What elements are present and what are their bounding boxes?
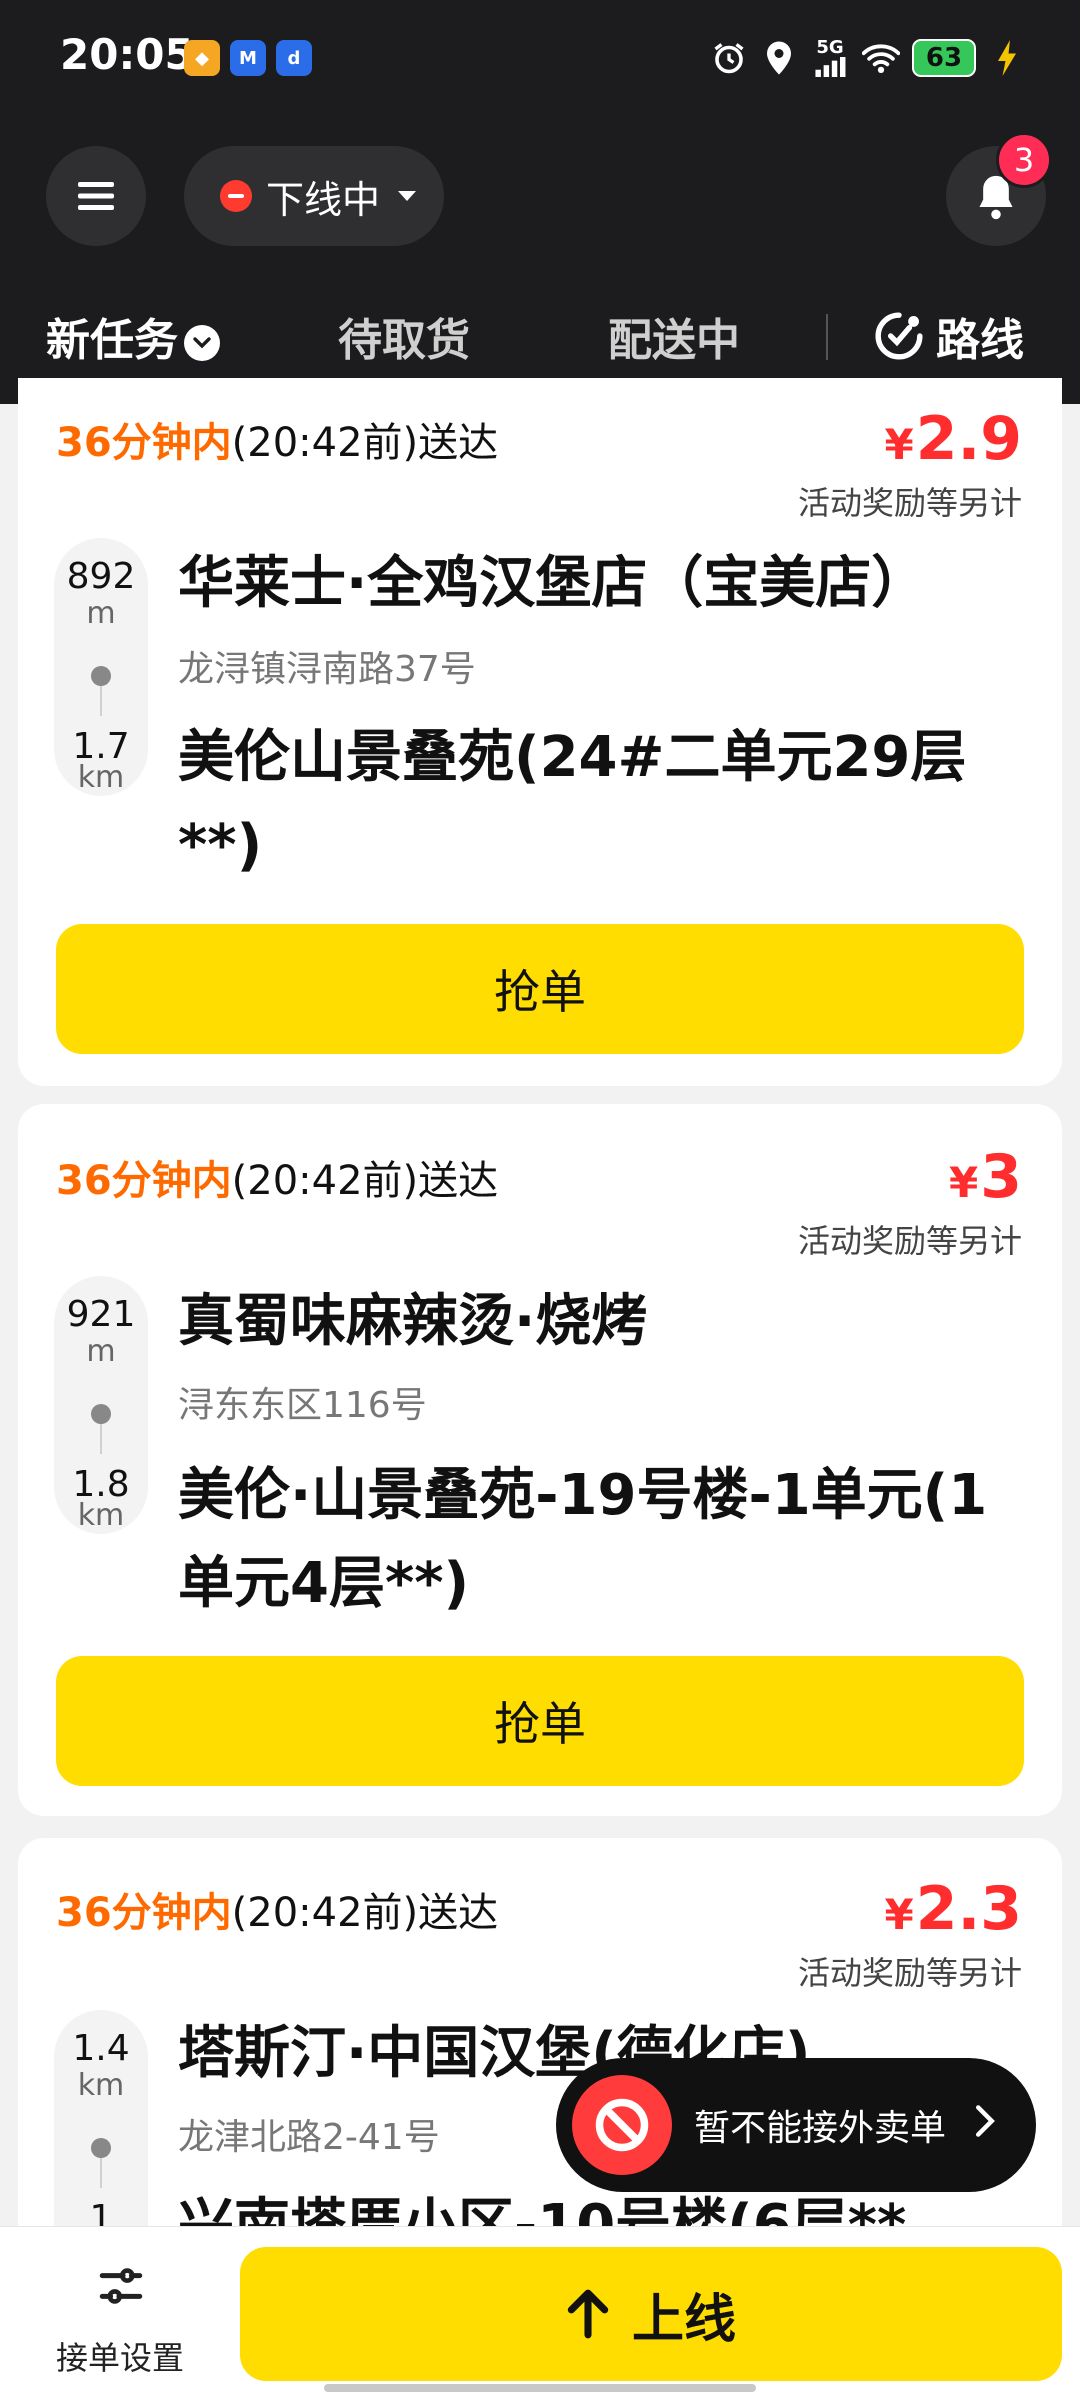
- battery-icon: 63: [912, 39, 976, 77]
- toast-message: 暂不能接外卖单: [694, 2108, 947, 2149]
- signal-icon: 5G: [810, 39, 850, 77]
- currency-symbol: ¥: [949, 1158, 979, 1207]
- alarm-icon: [710, 39, 748, 77]
- home-indicator[interactable]: [324, 2384, 756, 2392]
- shop-name: 真蜀味麻辣烫·烧烤: [178, 1289, 648, 1354]
- go-online-button[interactable]: 上线: [240, 2247, 1062, 2381]
- grab-order-button[interactable]: 抢单: [56, 1656, 1024, 1786]
- deadline-text: (20:42前)送达: [231, 1158, 499, 1204]
- charging-icon: [988, 39, 1026, 77]
- bottom-bar: 接单设置 上线: [0, 2226, 1080, 2400]
- tab-delivering[interactable]: 配送中: [608, 304, 740, 368]
- order-price: ¥2.9: [884, 404, 1022, 474]
- order-price: ¥2.3: [884, 1874, 1022, 1944]
- route-icon: [875, 312, 923, 360]
- pickup-distance-unit: m: [86, 596, 116, 631]
- cannot-accept-toast[interactable]: 暂不能接外卖单: [556, 2058, 1036, 2192]
- delivery-deadline: 36分钟内(20:42前)送达: [56, 1148, 498, 1206]
- order-card[interactable]: 36分钟内(20:42前)送达 ¥2.3 活动奖励等另计 1.4 km 1 塔斯…: [18, 1838, 1062, 2270]
- hamburger-icon: [78, 182, 114, 210]
- delivery-deadline: 36分钟内(20:42前)送达: [56, 1880, 498, 1938]
- dropoff-distance-unit: km: [77, 760, 125, 795]
- tab-new-tasks[interactable]: 新任务: [46, 304, 220, 368]
- pickup-distance: 1.4: [72, 2028, 130, 2069]
- pickup-distance-unit: km: [77, 2068, 125, 2103]
- prohibited-icon: [572, 2075, 672, 2175]
- order-card[interactable]: 36分钟内(20:42前)送达 ¥3 活动奖励等另计 921 m 1.8 km …: [18, 1104, 1062, 1816]
- distance-column: 921 m 1.8 km: [54, 1276, 148, 1534]
- bonus-note: 活动奖励等另计: [797, 1954, 1022, 1992]
- delivery-deadline: 36分钟内(20:42前)送达: [56, 410, 498, 468]
- deadline-highlight: 36分钟内: [56, 1158, 232, 1204]
- grab-order-button[interactable]: 抢单: [56, 924, 1024, 1054]
- destination-address: 美伦山景叠苑(24#二单元29层**): [178, 725, 967, 878]
- shop-address: 浔东东区116号: [178, 1385, 427, 1426]
- tab-route[interactable]: 路线: [874, 304, 1024, 368]
- notification-app-icon: ◆: [184, 40, 220, 76]
- work-status-dropdown[interactable]: 下线中: [184, 146, 444, 246]
- sliders-icon: [99, 2268, 143, 2304]
- shop-address: 龙浔镇浔南路37号: [178, 649, 476, 690]
- status-bar: 20:05 ◆ M d 5G 63: [0, 0, 1080, 116]
- go-online-label: 上线: [631, 2289, 736, 2350]
- location-pin-icon: [91, 666, 111, 686]
- price-value: 2.3: [915, 1874, 1022, 1944]
- order-settings-button[interactable]: 接单设置: [40, 2251, 200, 2381]
- notification-app-icon: M: [230, 40, 266, 76]
- offline-icon: [220, 180, 252, 212]
- chevron-right-icon: [974, 2102, 996, 2148]
- order-price: ¥3: [949, 1142, 1022, 1212]
- menu-button[interactable]: [46, 146, 146, 246]
- dropoff-distance-unit: km: [77, 1498, 125, 1533]
- page: 20:05 ◆ M d 5G 63 下线中 3 新任务 待取货 配送中 路线 3…: [0, 0, 1080, 2400]
- caret-down-icon: [398, 191, 417, 201]
- deadline-highlight: 36分钟内: [56, 1890, 232, 1936]
- order-card[interactable]: 36分钟内(20:42前)送达 ¥2.9 活动奖励等另计 892 m 1.7 k…: [18, 378, 1062, 1086]
- chevron-down-icon: [184, 325, 220, 361]
- price-value: 2.9: [915, 404, 1022, 474]
- bonus-note: 活动奖励等另计: [797, 1222, 1022, 1260]
- route-line: [100, 686, 102, 716]
- deadline-highlight: 36分钟内: [56, 420, 232, 466]
- currency-symbol: ¥: [884, 420, 914, 469]
- location-pin-icon: [91, 1404, 111, 1424]
- notification-badge: 3: [996, 132, 1052, 188]
- route-line: [100, 1424, 102, 1454]
- arrow-up-icon: [567, 2289, 609, 2339]
- price-value: 3: [980, 1142, 1022, 1212]
- tab-to-pickup[interactable]: 待取货: [338, 304, 470, 368]
- shop-name: 华莱士·全鸡汉堡店（宝美店）: [178, 551, 928, 616]
- distance-column: 892 m 1.7 km: [54, 538, 148, 796]
- currency-symbol: ¥: [884, 1890, 914, 1939]
- settings-label: 接单设置: [55, 2339, 184, 2377]
- location-pin-icon: [91, 2138, 111, 2158]
- tab-divider: [826, 314, 828, 360]
- status-time: 20:05: [60, 30, 194, 79]
- route-line: [100, 2158, 102, 2188]
- status-icons: 5G 63: [710, 36, 1026, 80]
- pickup-distance: 921: [66, 1294, 136, 1335]
- destination-address: 美伦·山景叠苑-19号楼-1单元(1单元4层**): [178, 1463, 988, 1616]
- location-icon: [760, 39, 798, 77]
- notification-app-icon: d: [276, 40, 312, 76]
- shop-address: 龙津北路2-41号: [178, 2117, 440, 2158]
- pickup-distance: 892: [66, 556, 136, 597]
- route-tab-label: 路线: [936, 315, 1024, 366]
- deadline-text: (20:42前)送达: [231, 1890, 499, 1936]
- tab-label: 新任务: [46, 315, 178, 366]
- deadline-text: (20:42前)送达: [231, 420, 499, 466]
- app-header: 20:05 ◆ M d 5G 63 下线中 3 新任务 待取货 配送中 路线: [0, 0, 1080, 404]
- bonus-note: 活动奖励等另计: [797, 484, 1022, 522]
- wifi-icon: [862, 39, 900, 77]
- pickup-distance-unit: m: [86, 1334, 116, 1369]
- work-status-label: 下线中: [266, 177, 381, 222]
